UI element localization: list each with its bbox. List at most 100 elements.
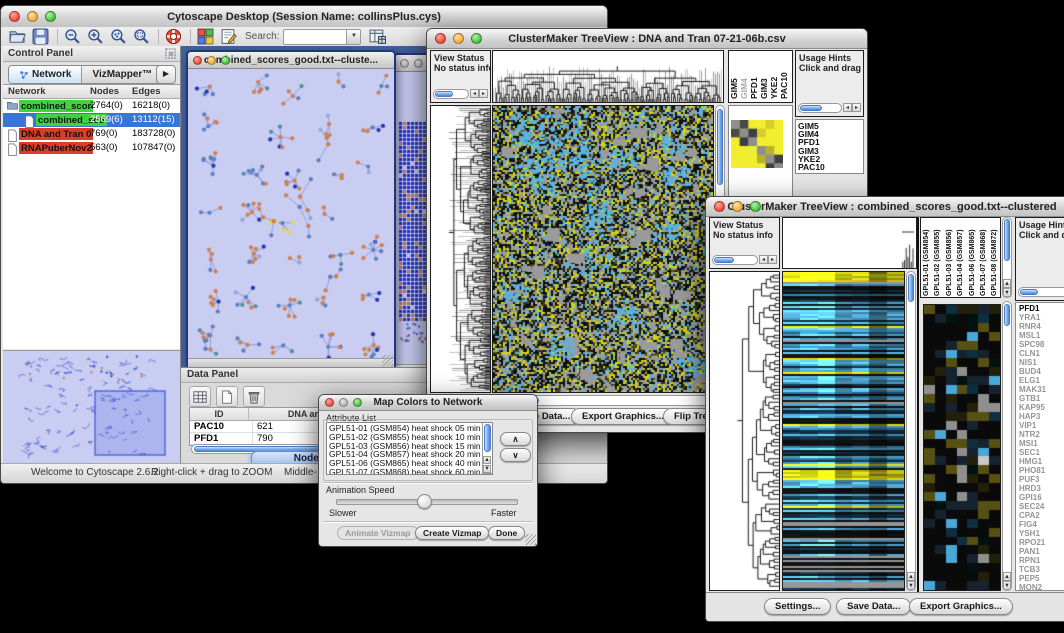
network-canvas[interactable] xyxy=(188,69,390,358)
slider-thumb[interactable] xyxy=(417,494,432,509)
col-nodes[interactable]: Nodes xyxy=(90,85,119,98)
column-label[interactable]: GPL51-02 (GSM855) xyxy=(932,218,943,296)
main-titlebar[interactable]: Cytoscape Desktop (Session Name: collins… xyxy=(1,6,607,28)
save-data-button[interactable]: Save Data... xyxy=(836,598,911,615)
gene-label[interactable]: SEC24 xyxy=(1016,502,1064,511)
network-list-row[interactable]: combined_scores_2764(0)16218(0) xyxy=(3,99,180,113)
zoom-window-icon[interactable] xyxy=(221,56,230,65)
scroll-thumb[interactable] xyxy=(435,91,453,97)
zoom-window-icon[interactable] xyxy=(45,11,56,22)
column-label[interactable]: GIM4 xyxy=(739,51,749,99)
gene-label[interactable]: VIP1 xyxy=(1016,421,1064,430)
column-label[interactable]: GPL51-06 (GSM865) xyxy=(967,218,978,296)
gene-label[interactable]: RPN1 xyxy=(1016,556,1064,565)
done-button[interactable]: Done xyxy=(488,526,525,540)
column-label[interactable]: GPL51-04 (GSM857) xyxy=(955,218,966,296)
gene-label[interactable]: MAK31 xyxy=(1016,385,1064,394)
scroll-thumb[interactable] xyxy=(1004,219,1010,261)
col-id[interactable]: ID xyxy=(190,408,249,420)
row-dendrogram-canvas[interactable] xyxy=(431,106,490,392)
scroll-right-arrow-icon[interactable]: ▸ xyxy=(479,89,488,98)
gene-label[interactable]: PUF3 xyxy=(1016,475,1064,484)
column-label[interactable]: GPL51-03 (GSM856) xyxy=(944,218,955,296)
scroll-thumb[interactable] xyxy=(800,105,822,111)
scroll-up-arrow-icon[interactable]: ▲ xyxy=(907,572,915,581)
move-up-button[interactable]: ∧ xyxy=(500,432,531,446)
tv2-status-hscrollbar[interactable] xyxy=(712,255,758,265)
gene-label[interactable]: NIS1 xyxy=(1016,358,1064,367)
gene-label[interactable]: RNR4 xyxy=(1016,322,1064,331)
network-window1-titlebar[interactable]: combined_scores_good.txt--cluste... xyxy=(188,52,394,69)
minimize-icon[interactable] xyxy=(339,398,348,407)
scroll-down-arrow-icon[interactable]: ▼ xyxy=(483,465,491,473)
gene-label[interactable]: BUD4 xyxy=(1016,367,1064,376)
tv1-status-hscrollbar[interactable] xyxy=(433,89,469,99)
gene-label[interactable]: PFD1 xyxy=(1016,304,1064,313)
gene-label[interactable]: KAP95 xyxy=(1016,403,1064,412)
col-edges[interactable]: Edges xyxy=(132,85,161,98)
network-list-row[interactable]: RNAPuberNov2+|563(0)107847(0) xyxy=(3,141,180,155)
network-view-window-1[interactable]: combined_scores_good.txt--cluste... xyxy=(186,50,396,367)
export-graphics-button[interactable]: Export Graphics... xyxy=(571,408,675,425)
window-resize-bar[interactable] xyxy=(188,358,394,367)
gene-label[interactable]: PEP5 xyxy=(1016,574,1064,583)
resize-grip-icon[interactable] xyxy=(525,534,536,545)
minimize-icon[interactable] xyxy=(207,56,216,65)
tab-network[interactable]: Network xyxy=(9,66,81,83)
gene-label[interactable]: ELG1 xyxy=(1016,376,1064,385)
close-icon[interactable] xyxy=(400,59,409,68)
scroll-thumb[interactable] xyxy=(484,424,491,452)
tv2-gene-list[interactable]: PFD1YRA1RNR4MSL1SPC98CLN1NIS1BUD4ELG1MAK… xyxy=(1015,302,1064,591)
dialog-titlebar[interactable]: Map Colors to Network xyxy=(319,395,537,411)
zoom-window-icon[interactable] xyxy=(471,33,482,44)
zoom-selected-icon[interactable] xyxy=(110,28,127,45)
network-list-row[interactable]: combined_sco2569(6)13112(15) xyxy=(3,113,180,127)
help-icon[interactable] xyxy=(165,28,182,45)
close-icon[interactable] xyxy=(9,11,20,22)
column-dendrogram-canvas[interactable] xyxy=(783,218,916,268)
tv1-hints-hscrollbar[interactable] xyxy=(798,103,842,113)
gene-label[interactable]: GPI16 xyxy=(1016,493,1064,502)
gene-label[interactable]: GTB1 xyxy=(1016,394,1064,403)
minimize-icon[interactable] xyxy=(732,201,743,212)
column-label[interactable]: GIM3 xyxy=(759,51,769,99)
column-label[interactable]: GPL51-01 (GSM854) xyxy=(921,218,932,296)
column-label[interactable]: PFD1 xyxy=(749,51,759,99)
vizmapper-icon[interactable] xyxy=(197,28,214,45)
delete-attribute-icon[interactable] xyxy=(243,386,265,407)
attribute-list[interactable]: GPL51-01 (GSM854) heat shock 05 minGPL51… xyxy=(326,422,493,475)
gene-label[interactable]: MSL1 xyxy=(1016,331,1064,340)
zoom-window-icon[interactable] xyxy=(750,201,761,212)
scroll-thumb[interactable] xyxy=(1004,304,1010,326)
network-list-row[interactable]: DNA and Tran 07769(0)183728(0) xyxy=(3,127,180,141)
row-dendrogram-canvas[interactable] xyxy=(710,272,779,590)
gene-label[interactable]: PAN1 xyxy=(1016,547,1064,556)
attribute-browser-icon[interactable] xyxy=(369,28,386,45)
chevron-down-icon[interactable]: ▼ xyxy=(346,30,360,44)
gene-label[interactable]: SEC1 xyxy=(1016,448,1064,457)
gene-label[interactable]: MSI1 xyxy=(1016,439,1064,448)
gene-label[interactable]: YSH1 xyxy=(1016,529,1064,538)
tv2-top-dendrogram[interactable] xyxy=(782,217,917,269)
scroll-left-arrow-icon[interactable]: ◂ xyxy=(759,255,768,264)
scroll-down-arrow-icon[interactable]: ▼ xyxy=(907,581,915,590)
save-session-icon[interactable] xyxy=(32,28,49,45)
gene-label[interactable]: CPA2 xyxy=(1016,511,1064,520)
scroll-thumb[interactable] xyxy=(1020,289,1038,295)
tab-vizmapper[interactable]: VizMapper™ xyxy=(81,66,162,83)
settings-button[interactable]: Settings... xyxy=(764,598,831,615)
treeview2-titlebar[interactable]: ClusterMaker TreeView : combined_scores_… xyxy=(706,197,1064,217)
zoom-fit-icon[interactable] xyxy=(133,28,150,45)
gene-label[interactable]: SPC98 xyxy=(1016,340,1064,349)
tv2-selection-heatmap[interactable] xyxy=(923,304,1001,591)
gene-label[interactable]: RPO21 xyxy=(1016,538,1064,547)
column-label[interactable]: GPL51-08 (GSM872) xyxy=(989,218,1000,296)
scroll-down-arrow-icon[interactable]: ▼ xyxy=(1003,581,1011,590)
zoom-in-icon[interactable] xyxy=(87,28,104,45)
close-icon[interactable] xyxy=(325,398,334,407)
animate-vizmap-button[interactable]: Animate Vizmap xyxy=(337,526,419,540)
network-overview-panel[interactable] xyxy=(3,350,180,463)
tv1-row-dendrogram[interactable] xyxy=(430,105,491,393)
float-panel-icon[interactable] xyxy=(165,48,176,59)
tv2-heatmap-vscrollbar[interactable]: ▲ ▼ xyxy=(906,271,916,591)
